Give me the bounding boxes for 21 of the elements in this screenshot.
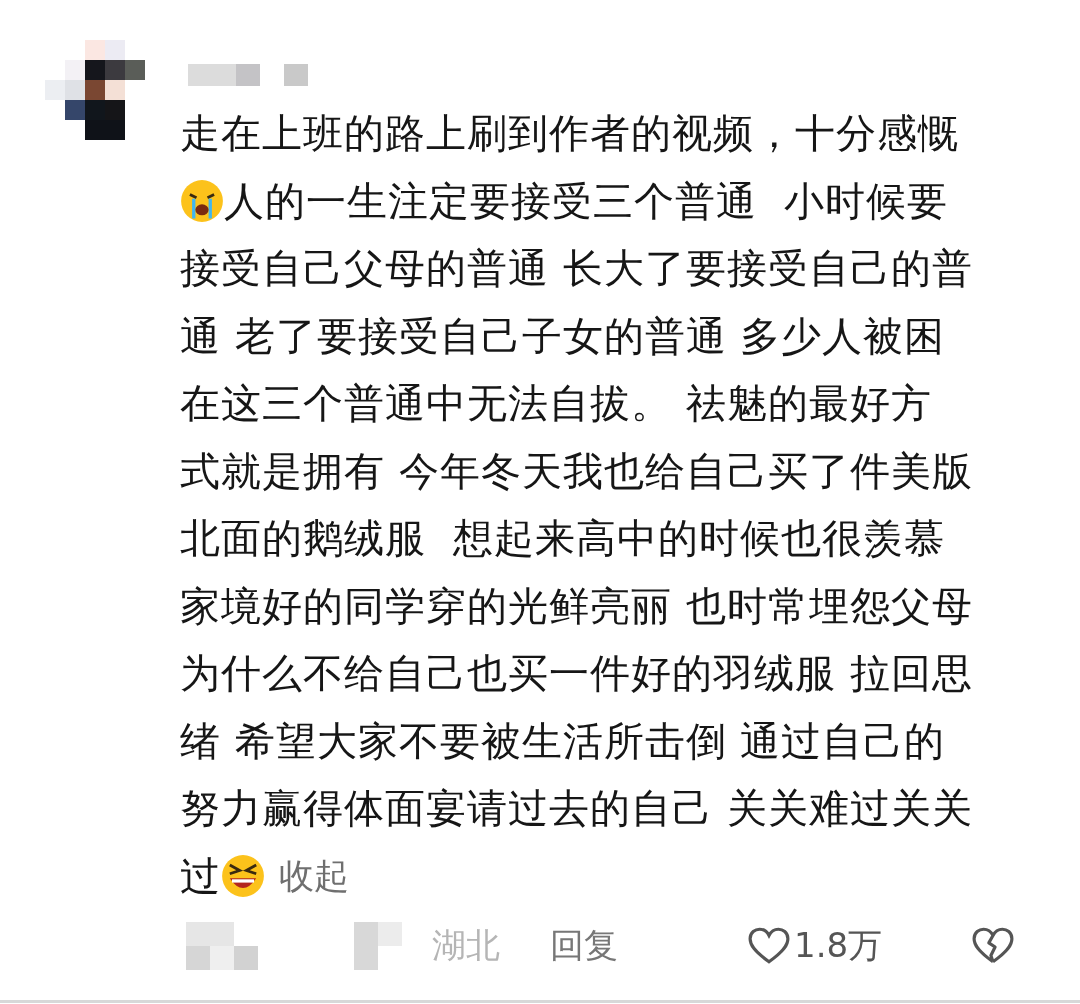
comment-text: 走在上班的路上刷到作者的视频，十分感慨: [180, 109, 959, 159]
comment-text: 人的一生注定要接受三个普通 小时候要: [224, 176, 949, 226]
dislike-button[interactable]: [972, 927, 1015, 965]
pixelated-date: [186, 922, 258, 970]
comment-text: 过: [180, 851, 221, 901]
comment-text: 北面的鹅绒服 想起来高中的时候也很羡慕: [180, 514, 946, 564]
crying-emoji-icon: [180, 179, 224, 224]
comment-text: 接受自己父母的普通 长大了要接受自己的普: [180, 244, 973, 294]
reply-button[interactable]: 回复: [550, 923, 618, 969]
location-text: 湖北: [432, 924, 500, 967]
collapse-link[interactable]: 收起: [279, 852, 349, 900]
comment-text: 家境好的同学穿的光鲜亮丽 也时常埋怨父母: [180, 581, 973, 631]
pixelated-date: [354, 922, 402, 970]
laughing-emoji-icon: [221, 854, 265, 899]
comment-text: 为什么不给自己也买一件好的羽绒服 拉回思: [180, 649, 973, 699]
comment-text: 努力赢得体面宴请过去的自己 关关难过关关: [180, 784, 973, 834]
comment-text: 在这三个普通中无法自拔。 祛魅的最好方: [180, 379, 932, 429]
like-button[interactable]: 1.8万: [748, 923, 883, 969]
comment-text: 式就是拥有 今年冬天我也给自己买了件美版: [180, 446, 973, 496]
comment-text: 绪 希望大家不要被生活所击倒 通过自己的: [180, 716, 946, 766]
comment-text: 通 老了要接受自己子女的普通 多少人被困: [180, 311, 946, 361]
